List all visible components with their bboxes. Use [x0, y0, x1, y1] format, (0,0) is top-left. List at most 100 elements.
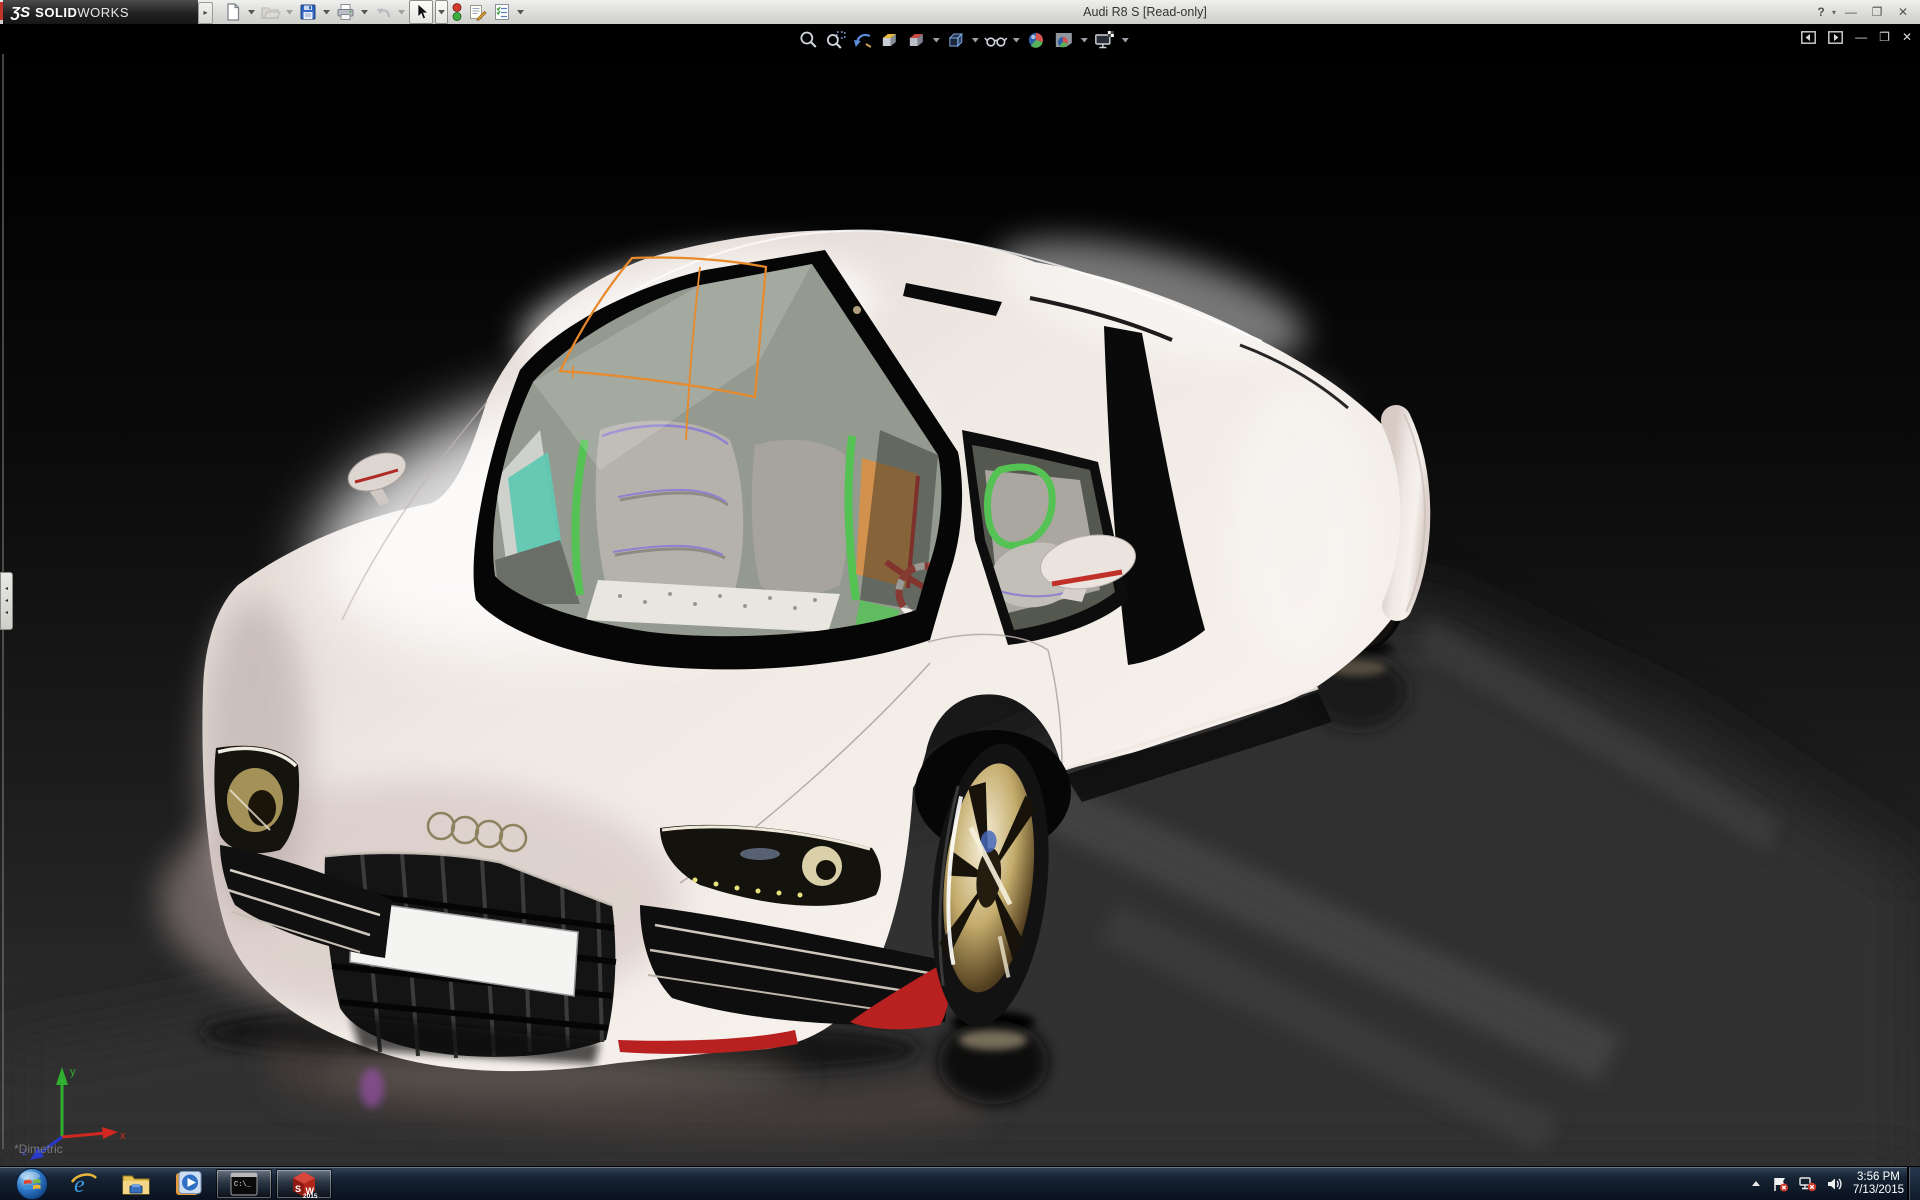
view-orientation-icon [906, 30, 928, 50]
section-view-icon [879, 30, 901, 50]
document-window-controls: — ❐ ✕ [1801, 30, 1912, 44]
comment-button[interactable] [466, 1, 489, 23]
view-settings-button[interactable] [1092, 29, 1118, 51]
title-bar: ƷS SOLID WORKS ▸ [0, 0, 1920, 25]
taskbar-clock[interactable]: 3:56 PM 7/13/2015 [1853, 1171, 1908, 1197]
graphics-viewport[interactable]: — ❐ ✕ ◂◂◂ y x z *Dimetric [0, 24, 1920, 1166]
panel-splitter-handle[interactable]: ◂◂◂ [0, 572, 13, 630]
solidworks-logo-glyph: ƷS [11, 4, 30, 21]
taskbar-item-windows-explorer[interactable] [110, 1169, 162, 1199]
stoplight-icon [451, 2, 463, 22]
edit-appearance-button[interactable] [1024, 29, 1048, 51]
select-cursor-icon [411, 2, 431, 22]
media-player-icon [173, 1169, 203, 1199]
display-style-dropdown[interactable] [971, 38, 980, 43]
open-folder-icon [260, 2, 281, 22]
previous-view-button[interactable] [851, 29, 875, 51]
save-floppy-icon [298, 2, 318, 22]
zoom-to-fit-button[interactable] [797, 29, 821, 51]
show-desktop-button[interactable] [1907, 1167, 1920, 1200]
stoplight-button[interactable] [450, 1, 464, 23]
speaker-icon [1826, 1176, 1844, 1192]
titlebar-controls: ? ▾ — ❐ ✕ [1810, 0, 1914, 24]
view-orientation-label: *Dimetric [14, 1142, 63, 1156]
windows-start-icon [15, 1167, 49, 1200]
solidworks-logo-light: WORKS [77, 5, 129, 20]
undo-arrow-icon [373, 2, 393, 22]
taskbar-item-internet-explorer[interactable]: e [58, 1169, 110, 1199]
app-minimize-button[interactable]: — [1840, 3, 1862, 21]
apply-scene-dropdown[interactable] [1080, 38, 1089, 43]
doc-close-button[interactable]: ✕ [1902, 30, 1912, 44]
apply-scene-button[interactable] [1051, 29, 1077, 51]
clock-date: 7/13/2015 [1853, 1184, 1904, 1197]
display-style-button[interactable] [944, 29, 968, 51]
view-orientation-button[interactable] [905, 29, 929, 51]
collapse-left-pane-icon [1801, 31, 1816, 44]
open-button[interactable] [259, 1, 282, 23]
save-button[interactable] [297, 1, 319, 23]
taskbar-item-command-prompt[interactable]: C:\_ [216, 1169, 272, 1199]
network-icon [1798, 1176, 1817, 1192]
system-tray: 3:56 PM 7/13/2015 [1750, 1167, 1908, 1200]
view-settings-icon [1093, 30, 1117, 50]
collapse-right-pane-icon [1828, 31, 1843, 44]
select-dropdown[interactable] [435, 0, 448, 24]
edit-appearance-icon [1025, 30, 1047, 50]
windows-explorer-icon [120, 1170, 152, 1198]
comment-note-icon [467, 2, 488, 22]
new-dropdown[interactable] [246, 1, 257, 23]
doc-minimize-button[interactable]: — [1855, 30, 1867, 44]
design-check-button[interactable] [491, 1, 513, 23]
section-view-button[interactable] [878, 29, 902, 51]
solidworks-window: ƷS SOLID WORKS ▸ [0, 0, 1920, 1200]
solidworks-logo: ƷS SOLID WORKS [3, 0, 198, 24]
doc-restore-button[interactable]: ❐ [1879, 30, 1890, 44]
print-dropdown[interactable] [359, 1, 370, 23]
taskbar-item-solidworks-2015[interactable]: S W 2015 [276, 1169, 332, 1199]
solidworks-year-badge: 2015 [303, 1193, 318, 1199]
solidworks-2015-icon: S W 2015 [289, 1169, 319, 1199]
previous-view-icon [852, 30, 874, 50]
hide-show-items-dropdown[interactable] [1012, 38, 1021, 43]
app-restore-button[interactable]: ❐ [1866, 3, 1888, 21]
hide-show-items-button[interactable] [983, 29, 1009, 51]
view-orientation-dropdown[interactable] [932, 38, 941, 43]
app-close-button[interactable]: ✕ [1892, 3, 1914, 21]
windows-taskbar: e [0, 1166, 1920, 1200]
collapse-right-pane-button[interactable] [1828, 31, 1843, 44]
action-center-flag-icon[interactable] [1771, 1176, 1789, 1192]
help-dropdown[interactable]: ▾ [1832, 8, 1836, 17]
hide-show-items-icon [984, 30, 1008, 50]
network-disconnected-icon[interactable] [1798, 1176, 1817, 1192]
apply-scene-icon [1052, 30, 1076, 50]
svg-text:S: S [295, 1184, 301, 1194]
open-dropdown[interactable] [284, 1, 295, 23]
internet-explorer-icon: e [69, 1169, 99, 1199]
zoom-to-area-button[interactable] [824, 29, 848, 51]
select-tool-button[interactable] [409, 0, 433, 24]
standard-toolbar [222, 0, 526, 24]
collapse-left-pane-button[interactable] [1801, 31, 1816, 44]
window-title: Audi R8 S [Read-only] [1005, 0, 1285, 24]
view-settings-dropdown[interactable] [1121, 38, 1130, 43]
zoom-to-fit-icon [798, 30, 820, 50]
start-button[interactable] [6, 1169, 58, 1199]
triad-x-label: x [120, 1130, 126, 1142]
hidden-icons-chevron[interactable] [1750, 1179, 1762, 1189]
undo-button[interactable] [372, 1, 394, 23]
headsup-view-toolbar [797, 29, 1130, 51]
cmd-prompt-text: C:\_ [234, 1181, 252, 1189]
zoom-to-area-icon [825, 30, 847, 50]
print-button[interactable] [334, 1, 357, 23]
triad-y-label: y [70, 1066, 76, 1078]
undo-dropdown[interactable] [396, 1, 407, 23]
new-document-button[interactable] [222, 1, 244, 23]
design-check-dropdown[interactable] [515, 1, 526, 23]
menu-flyout-arrow[interactable]: ▸ [198, 2, 213, 24]
save-dropdown[interactable] [321, 1, 332, 23]
volume-icon[interactable] [1826, 1176, 1844, 1192]
display-style-icon [945, 30, 967, 50]
help-button[interactable]: ? [1810, 3, 1832, 21]
taskbar-item-media-player[interactable] [162, 1169, 214, 1199]
